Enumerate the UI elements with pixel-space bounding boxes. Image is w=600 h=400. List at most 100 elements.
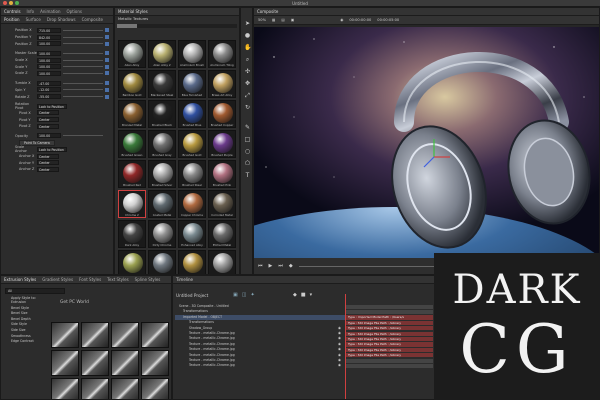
select-arrow-icon[interactable]: ➤ [244, 20, 251, 27]
material-swatch[interactable]: Etched Metal [208, 220, 236, 248]
keyframe-toggle[interactable] [105, 64, 109, 69]
track-clip[interactable]: Type : Imported Model Path : /Users/s [345, 315, 433, 320]
dot-tool-icon[interactable]: ● [244, 32, 251, 39]
tab-options[interactable]: Options [67, 9, 82, 14]
material-swatch[interactable]: Brushed Pink [208, 160, 236, 188]
control-slider[interactable] [63, 82, 103, 84]
opacity-field[interactable]: 100.00 [37, 133, 61, 139]
hand-icon[interactable]: ✋ [244, 44, 251, 51]
track-clip[interactable]: Type : Std Image File Path : /Library [345, 326, 433, 331]
material-swatch[interactable]: Hammered Gold [178, 250, 206, 274]
play-icon[interactable]: ▶ [269, 263, 273, 269]
select-dropdown[interactable]: Center [37, 110, 59, 116]
composite-viewport[interactable] [254, 27, 600, 260]
end-timecode[interactable]: 00:00:05:00 [377, 18, 399, 22]
apply-option[interactable]: Edge Contract [11, 339, 51, 345]
select-dropdown[interactable]: Center [37, 123, 59, 129]
material-swatch[interactable]: Aluminium Brush [178, 40, 206, 68]
material-swatch[interactable]: Bronzed Metal [118, 100, 146, 128]
keyframe-toggle[interactable] [105, 28, 109, 33]
text-tool-icon[interactable]: T [244, 172, 251, 179]
material-swatch[interactable]: Hammered Plate [148, 250, 176, 274]
track-clip[interactable] [345, 363, 433, 369]
orbit-icon[interactable]: ✣ [244, 68, 251, 75]
material-swatch[interactable]: Alien Alloy [118, 40, 146, 68]
opacity-slider[interactable] [63, 135, 103, 137]
extrusion-style-thumb[interactable] [51, 322, 79, 348]
material-swatch[interactable]: Blackened Steel [148, 70, 176, 98]
track-clip[interactable]: Type : Std Image File Path : /Library [345, 320, 433, 325]
material-swatch[interactable]: Aluminium Tiling [208, 40, 236, 68]
light-icon[interactable]: ✦ [250, 292, 254, 298]
rotate-icon[interactable]: ↻ [244, 104, 251, 111]
polygon-icon[interactable]: ⬠ [244, 160, 251, 167]
control-slider[interactable] [63, 66, 103, 68]
control-value-field[interactable]: 100.00 [37, 57, 61, 63]
zoom-icon[interactable]: ⌕ [244, 56, 251, 63]
track-clip[interactable]: Type : Std Image File Path : /Library [345, 336, 433, 342]
material-scrollbar[interactable] [117, 24, 237, 28]
color-icon[interactable]: ■ [301, 292, 306, 298]
subtab-drop-shadows[interactable]: Drop Shadows [47, 17, 76, 22]
control-slider[interactable] [63, 43, 103, 45]
material-swatch[interactable]: Corroded Metal [208, 190, 236, 218]
material-swatch[interactable]: Chrome 2 [118, 190, 146, 218]
view-mode-icon[interactable]: ▦ [272, 18, 275, 22]
extrusion-style-thumb[interactable] [141, 350, 169, 376]
extrusion-style-thumb[interactable] [81, 322, 109, 348]
record-icon[interactable]: ◉ [340, 18, 343, 22]
material-swatch[interactable]: Brushed Gray [148, 130, 176, 158]
keyframe-toggle[interactable] [105, 81, 109, 86]
control-slider[interactable] [63, 96, 103, 98]
control-slider[interactable] [63, 52, 103, 54]
material-swatch[interactable]: Hammered Silver [208, 250, 236, 274]
keyframe-add-icon[interactable]: ◆ [293, 292, 297, 298]
move-icon[interactable]: ✥ [244, 80, 251, 87]
select-dropdown[interactable]: Center [37, 153, 59, 159]
control-slider[interactable] [63, 89, 103, 91]
control-value-field[interactable]: 842.00 [37, 34, 61, 40]
material-swatch[interactable]: Brushed Silver [148, 160, 176, 188]
subtab-surface[interactable]: Surface [26, 17, 41, 22]
circle-icon[interactable]: ○ [244, 148, 251, 155]
timeline-layer-row[interactable]: Texture - metallic-Chrome.jpg ◉ [175, 363, 345, 368]
rotation-pivot-select[interactable]: Lock to Position [37, 103, 67, 109]
material-swatch[interactable]: Brass Art Alloy [208, 70, 236, 98]
track-clip[interactable]: Type : Std Image File Path : /Library [345, 331, 433, 336]
playhead[interactable] [345, 294, 346, 399]
tab-controls[interactable]: Controls [4, 9, 21, 14]
keyframe-toggle[interactable] [105, 71, 109, 76]
keyframe-icon[interactable]: ◆ [289, 263, 293, 269]
material-swatch[interactable]: Copper Chrome [178, 190, 206, 218]
control-value-field[interactable]: 715.00 [37, 27, 61, 33]
material-swatch[interactable]: Alien Alloy 2 [148, 40, 176, 68]
material-swatch[interactable]: Enhanced Alloy [178, 220, 206, 248]
keyframe-toggle[interactable] [105, 41, 109, 46]
control-slider[interactable] [63, 36, 103, 38]
material-swatch[interactable]: Brushed Gold [178, 130, 206, 158]
track-clip[interactable] [345, 309, 433, 315]
tab-gradient-styles[interactable]: Gradient Styles [42, 277, 73, 282]
material-swatch[interactable]: Brushed Blue [178, 100, 206, 128]
material-swatch[interactable]: Blue Tarnished [178, 70, 206, 98]
zoom-select[interactable]: 50% [258, 18, 266, 22]
control-slider[interactable] [63, 29, 103, 31]
material-swatch[interactable]: Brushed Green [118, 130, 146, 158]
material-swatch[interactable]: Brushed Copper [208, 100, 236, 128]
pen-icon[interactable]: ✎ [244, 124, 251, 131]
material-scroll-thumb[interactable] [117, 24, 137, 28]
control-value-field[interactable]: -12.00 [37, 87, 61, 93]
track-clip[interactable]: Type : Std Image File Path : /Library [345, 353, 433, 358]
tab-animation[interactable]: Animation [40, 9, 60, 14]
select-dropdown[interactable]: Center [37, 160, 59, 166]
tab-info[interactable]: Info [27, 9, 35, 14]
track-clip[interactable] [345, 304, 433, 309]
select-dropdown[interactable]: Center [37, 166, 59, 172]
extrusion-style-thumb[interactable] [141, 378, 169, 399]
extrusion-style-thumb[interactable] [111, 378, 139, 399]
subtab-position[interactable]: Position [4, 17, 20, 22]
scene-render[interactable] [254, 27, 600, 260]
control-value-field[interactable]: -55.00 [37, 94, 61, 100]
scale-icon[interactable]: ⤢ [244, 92, 251, 99]
visibility-eye-icon[interactable]: ◉ [338, 363, 341, 368]
